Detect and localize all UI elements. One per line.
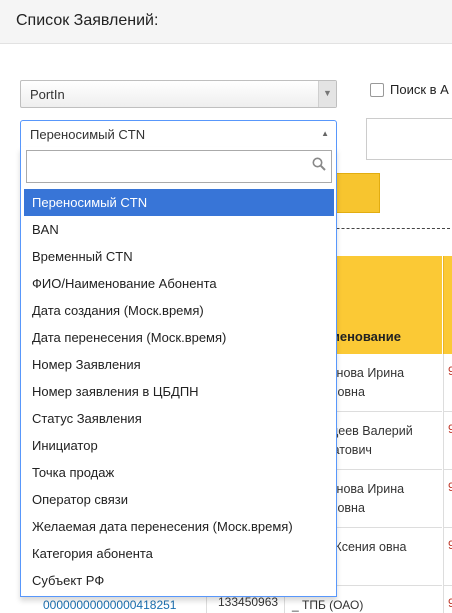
- chevron-down-icon: ▼: [323, 88, 332, 98]
- chevron-up-icon: ▲: [321, 129, 329, 138]
- cell-edge: 9: [443, 412, 452, 470]
- table-row-partial[interactable]: 00000000000000418251 133450963 _ ТПБ (ОА…: [0, 595, 452, 613]
- dropdown-option[interactable]: Статус Заявления: [24, 405, 334, 432]
- dropdown-option[interactable]: Оператор связи: [24, 486, 334, 513]
- dropdown-option[interactable]: Инициатор: [24, 432, 334, 459]
- column-header-edge: [443, 256, 452, 354]
- type-select-value: PortIn: [30, 87, 65, 102]
- dropdown-option[interactable]: Точка продаж: [24, 459, 334, 486]
- dropdown-option[interactable]: Временный CTN: [24, 243, 334, 270]
- dropdown-option[interactable]: Категория абонента: [24, 540, 334, 567]
- page-title: Список Заявлений:: [16, 12, 159, 29]
- search-checkbox[interactable]: [370, 83, 384, 97]
- dropdown-options: Переносимый CTN BAN Временный CTN ФИО/Наиме…: [24, 189, 334, 594]
- cell-name: тенова Ирина авовна: [324, 366, 405, 399]
- dropdown-option[interactable]: BAN: [24, 216, 334, 243]
- search-value-input[interactable]: [366, 118, 452, 160]
- page: Список Заявлений: PortIn ▼ Поиск в А Пер…: [0, 0, 452, 613]
- dropdown-search-input[interactable]: [26, 150, 332, 183]
- dropdown-option[interactable]: Желаемая дата перенесения (Моск.время): [24, 513, 334, 540]
- search-checkbox-label: Поиск в А: [390, 82, 449, 97]
- type-select[interactable]: PortIn ▼: [20, 80, 337, 108]
- field-select[interactable]: Переносимый CTN ▲: [20, 120, 337, 148]
- cell-edge: 9: [443, 354, 452, 412]
- dropdown-option[interactable]: ФИО/Наименование Абонента: [24, 270, 334, 297]
- cell-edge: 9: [443, 528, 452, 586]
- dropdown-option[interactable]: Номер заявления в ЦБДПН: [24, 378, 334, 405]
- dropdown-option[interactable]: Номер Заявления: [24, 351, 334, 378]
- cell-org: _ ТПБ (ОАО): [292, 598, 364, 612]
- column-divider: [206, 595, 207, 613]
- dropdown-option[interactable]: Дата создания (Моск.время): [24, 297, 334, 324]
- cell-name: о Ксения овна: [324, 540, 407, 554]
- cell-number: 133450963: [218, 595, 279, 609]
- field-dropdown: Переносимый CTN BAN Временный CTN ФИО/Наиме…: [20, 147, 337, 597]
- request-link[interactable]: 00000000000000418251: [43, 598, 176, 612]
- cell-edge: 9: [443, 470, 452, 528]
- dropdown-option[interactable]: Дата перенесения (Моск.время): [24, 324, 334, 351]
- dropdown-option[interactable]: Переносимый CTN: [24, 189, 334, 216]
- search-icon: [312, 157, 326, 171]
- search-button[interactable]: [330, 173, 380, 213]
- column-divider: [284, 595, 285, 613]
- cell-name: адеев Валерий матович: [324, 424, 413, 457]
- dropdown-option[interactable]: Субъект РФ: [24, 567, 334, 594]
- cell-name: тенова Ирина авовна: [324, 482, 405, 515]
- type-select-arrow[interactable]: ▼: [318, 81, 336, 107]
- field-select-value: Переносимый CTN: [30, 127, 146, 142]
- title-bar: Список Заявлений:: [0, 0, 452, 44]
